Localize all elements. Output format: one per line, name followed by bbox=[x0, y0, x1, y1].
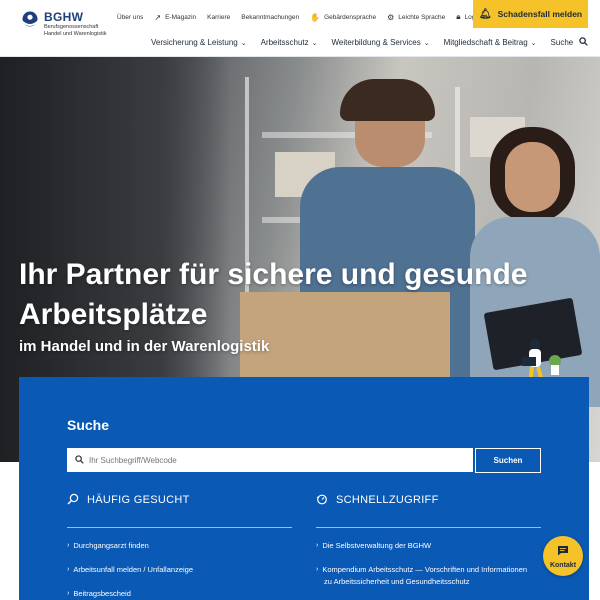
utility-link-ueber-uns[interactable]: Über uns bbox=[117, 14, 143, 21]
frequent-column: HÄUFIG GESUCHT › Durchgangsarzt finden › A… bbox=[67, 493, 292, 600]
logo-subline-2: Handel und Warenlogistik bbox=[44, 30, 107, 37]
frequent-link[interactable]: › Durchgangsarzt finden bbox=[67, 540, 292, 552]
hero-title-line-1: Ihr Partner für sichere und gesunde bbox=[19, 258, 528, 291]
link-label: Kompendium Arbeitsschutz — Vorschriften … bbox=[322, 565, 528, 574]
nav-arbeitsschutz[interactable]: Arbeitsschutz ⌄ bbox=[261, 38, 318, 47]
nav-search-label: Suche bbox=[550, 38, 574, 47]
nav-mitgliedschaft[interactable]: Mitgliedschaft & Beitrag ⌄ bbox=[444, 38, 537, 47]
search-submit-button[interactable]: Suchen bbox=[475, 448, 541, 473]
bell-icon: 🔔︎ bbox=[478, 8, 492, 20]
sign-language-icon: ✋ bbox=[310, 12, 321, 22]
lock-icon: 🔒︎ bbox=[456, 12, 461, 21]
utility-link-gebaerdensprache[interactable]: ✋ Gebärdensprache bbox=[310, 13, 376, 22]
nav-search[interactable]: Suche bbox=[551, 37, 589, 48]
utility-label: Über uns bbox=[117, 13, 144, 21]
quick-heading-label: SCHNELLZUGRIFF bbox=[336, 494, 439, 506]
logo-subline-1: Berufsgenossenschaft bbox=[44, 24, 99, 30]
link-label: Durchgangsarzt finden bbox=[73, 541, 149, 550]
hero-subtitle: im Handel und in der Warenlogistik bbox=[19, 338, 270, 355]
utility-link-e-magazin[interactable]: ↗ E-Magazin bbox=[154, 13, 196, 22]
chevron-right-icon: › bbox=[316, 566, 319, 573]
search-box bbox=[67, 448, 473, 472]
nav-weiterbildung[interactable]: Weiterbildung & Services ⌄ bbox=[332, 38, 430, 47]
utility-label: E-Magazin bbox=[165, 13, 197, 21]
logo-name: BGHW bbox=[44, 10, 84, 24]
search-list-icon bbox=[67, 493, 79, 508]
link-label: Die Selbstverwaltung der BGHW bbox=[322, 541, 432, 550]
report-claim-label: Schadensfall melden bbox=[497, 9, 583, 19]
search-panel-title: Suche bbox=[67, 417, 110, 433]
utility-label: Gebärdensprache bbox=[324, 13, 377, 21]
logo-mark-icon bbox=[19, 11, 41, 29]
frequent-link[interactable]: › Beitragsbescheid bbox=[67, 588, 292, 600]
nav-label: Arbeitsschutz bbox=[260, 38, 309, 47]
utility-label: Bekanntmachungen bbox=[241, 13, 300, 21]
utility-nav: Über uns ↗ E-Magazin Karriere Bekanntmac… bbox=[117, 12, 480, 22]
search-panel: Suche Suchen HÄUFIG GESUCHT ›Durchgangsa… bbox=[19, 377, 589, 600]
chat-icon bbox=[557, 543, 569, 561]
chevron-down-icon: ⌄ bbox=[240, 39, 247, 47]
utility-link-bekanntmachungen[interactable]: Bekanntmachungen bbox=[241, 14, 299, 21]
stopwatch-icon bbox=[316, 493, 328, 508]
nav-label: Mitgliedschaft & Beitrag bbox=[443, 38, 528, 47]
quick-link[interactable]: › Kompendium Arbeitsschutz — Vorschriften… bbox=[316, 564, 541, 576]
nav-versicherung[interactable]: Versicherung & Leistung ⌄ bbox=[151, 38, 247, 47]
frequent-heading-label: HÄUFIG GESUCHT bbox=[87, 494, 190, 506]
frequent-link[interactable]: › Arbeitsunfall melden / Unfallanzeige bbox=[67, 564, 292, 576]
hero-title-line-2: Arbeitsplätze bbox=[19, 298, 208, 331]
chevron-down-icon: ⌄ bbox=[530, 39, 537, 47]
external-link-icon: ↗ bbox=[154, 12, 162, 22]
chevron-down-icon: ⌄ bbox=[423, 39, 430, 47]
hero-title: Ihr Partner für sichere und gesunde Arbe… bbox=[19, 255, 539, 335]
utility-label: Karriere bbox=[207, 13, 231, 21]
search-icon bbox=[75, 451, 84, 469]
contact-label: Kontakt bbox=[549, 562, 577, 569]
contact-button[interactable]: Kontakt bbox=[543, 536, 583, 576]
chevron-right-icon: › bbox=[67, 566, 70, 573]
link-label: Beitragsbescheid bbox=[73, 589, 131, 598]
nav-label: Versicherung & Leistung bbox=[151, 38, 238, 47]
nav-label: Weiterbildung & Services bbox=[331, 38, 421, 47]
utility-label: Leichte Sprache bbox=[398, 13, 446, 21]
chevron-right-icon: › bbox=[316, 542, 319, 549]
chevron-right-icon: › bbox=[67, 542, 70, 549]
main-nav: Versicherung & Leistung ⌄ Arbeitsschutz … bbox=[151, 37, 588, 48]
frequent-heading: HÄUFIG GESUCHT bbox=[67, 493, 292, 507]
divider bbox=[67, 527, 292, 528]
report-claim-button[interactable]: 🔔︎ Schadensfall melden bbox=[473, 0, 588, 28]
quick-link-continuation[interactable]: zu Arbeitssicherheit und Gesundheitsschu… bbox=[316, 576, 541, 588]
link-label: zu Arbeitssicherheit und Gesundheitsschu… bbox=[324, 577, 470, 586]
link-label: Arbeitsunfall melden / Unfallanzeige bbox=[73, 565, 193, 574]
quick-access-column: SCHNELLZUGRIFF › Die Selbstverwaltung der… bbox=[316, 493, 541, 600]
quick-heading: SCHNELLZUGRIFF bbox=[316, 493, 541, 507]
utility-link-karriere[interactable]: Karriere bbox=[207, 14, 230, 21]
divider bbox=[316, 527, 541, 528]
utility-link-leichte-sprache[interactable]: ⚙ Leichte Sprache bbox=[387, 13, 445, 22]
chevron-right-icon: › bbox=[67, 590, 70, 597]
easy-language-icon: ⚙ bbox=[387, 12, 395, 22]
bghw-logo[interactable]: BGHW Berufsgenossenschaft Handel und War… bbox=[19, 11, 106, 37]
search-icon bbox=[579, 37, 588, 48]
quick-link[interactable]: › Die Selbstverwaltung der BGHW bbox=[316, 540, 541, 552]
search-input[interactable] bbox=[89, 455, 459, 465]
chevron-down-icon: ⌄ bbox=[311, 39, 318, 47]
site-header: BGHW Berufsgenossenschaft Handel und War… bbox=[0, 0, 600, 57]
